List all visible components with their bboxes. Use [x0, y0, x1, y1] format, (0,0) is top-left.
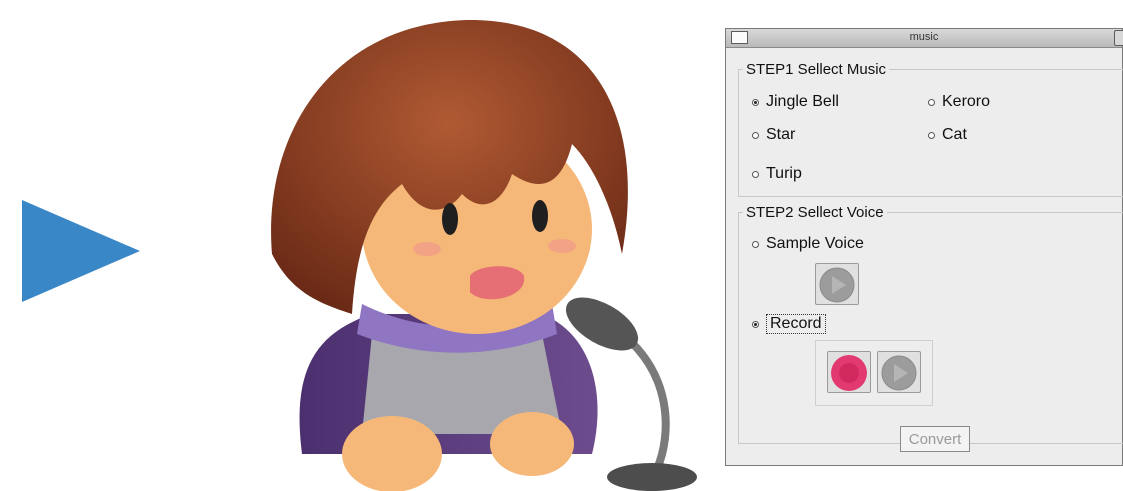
record-button[interactable]	[827, 351, 871, 393]
radio-label: Jingle Bell	[766, 93, 839, 110]
convert-button[interactable]: Convert	[900, 426, 970, 452]
radio-selected-icon	[752, 98, 759, 106]
radio-label: Turip	[766, 165, 802, 182]
radio-label: Star	[766, 126, 796, 143]
sample-play-button[interactable]	[815, 263, 859, 305]
radio-jingle-bell[interactable]: Jingle Bell	[752, 93, 839, 111]
window-title: music	[909, 31, 939, 43]
play-icon	[881, 355, 917, 391]
radio-cat[interactable]: Cat	[928, 126, 967, 144]
window-control-button[interactable]	[1114, 30, 1123, 46]
step1-legend: STEP1 Sellect Music	[746, 61, 887, 78]
radio-turip[interactable]: Turip	[752, 165, 802, 183]
play-icon	[819, 267, 855, 303]
radio-sample-voice[interactable]: Sample Voice	[752, 235, 864, 253]
radio-label: Record	[766, 314, 826, 334]
music-window: music STEP1 Sellect Music Jingle Bell Ke…	[725, 28, 1123, 466]
radio-unselected-icon	[752, 240, 759, 248]
child-with-microphone-illustration	[271, 19, 697, 491]
radio-keroro[interactable]: Keroro	[928, 93, 990, 111]
radio-label: Keroro	[942, 93, 991, 110]
radio-unselected-icon	[752, 131, 759, 139]
radio-star[interactable]: Star	[752, 126, 795, 144]
radio-unselected-icon	[752, 170, 759, 178]
record-play-button[interactable]	[877, 351, 921, 393]
radio-unselected-icon	[928, 98, 935, 106]
radio-record[interactable]: Record	[752, 314, 826, 334]
radio-label: Sample Voice	[766, 235, 864, 252]
radio-selected-icon	[752, 320, 759, 328]
step2-legend: STEP2 Sellect Voice	[746, 204, 884, 221]
window-titlebar[interactable]: music	[726, 29, 1123, 48]
record-icon	[831, 355, 867, 391]
arrow-right-icon	[22, 200, 140, 302]
radio-unselected-icon	[928, 131, 935, 139]
radio-label: Cat	[942, 126, 967, 143]
